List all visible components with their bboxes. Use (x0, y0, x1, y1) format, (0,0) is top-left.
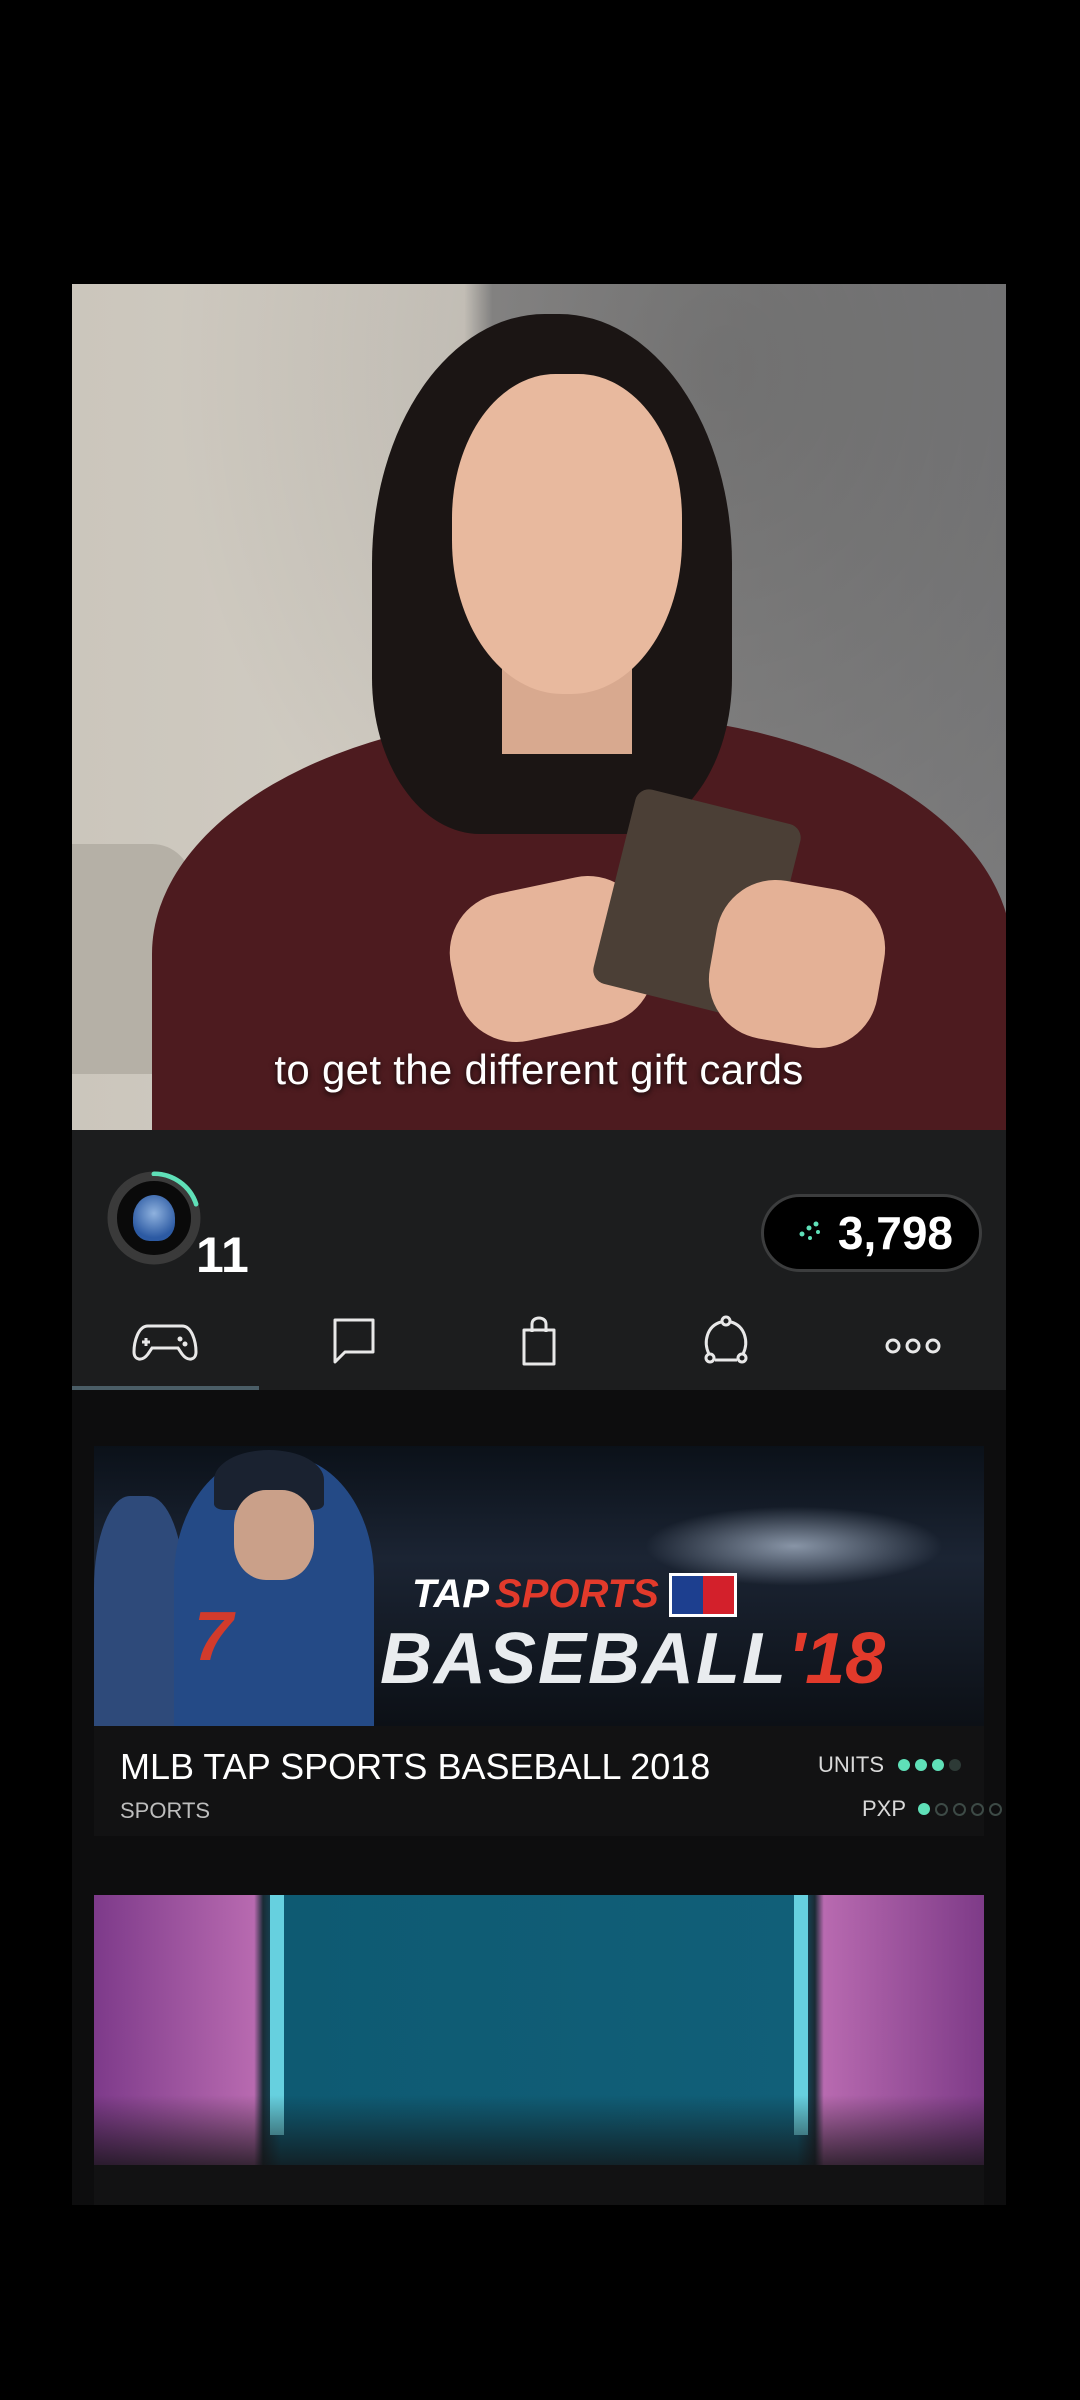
game-banner: 7 TAP SPORTS BASEBALL '18 (94, 1446, 984, 1726)
pxp-rating: PXP (862, 1796, 1003, 1822)
rating-dot (915, 1759, 927, 1771)
level-number: 11 (196, 1227, 249, 1283)
game-category: SPORTS (120, 1798, 211, 1823)
rating-dot (949, 1759, 961, 1771)
logo-year: '18 (788, 1619, 886, 1699)
pxp-label: PXP (862, 1796, 907, 1821)
game-card[interactable] (94, 1895, 984, 2205)
tab-more[interactable] (819, 1290, 1006, 1390)
video-player[interactable]: to get the different gift cards (72, 284, 1006, 1130)
rating-dot (971, 1802, 985, 1816)
rating-dot (935, 1802, 949, 1816)
rating-dot (953, 1802, 967, 1816)
rating-dot (898, 1759, 910, 1771)
player-figure (94, 1496, 184, 1726)
points-balance[interactable]: 3,798 (760, 1194, 982, 1272)
tab-games[interactable] (72, 1290, 259, 1390)
more-dots-icon (885, 1338, 941, 1354)
shopping-bag-icon (522, 1316, 556, 1366)
rating-dot (989, 1802, 1003, 1816)
share-icon (704, 1315, 748, 1364)
banner-fade (94, 2095, 984, 2185)
avatar[interactable] (112, 1176, 196, 1260)
game-logo-bottom: BASEBALL '18 (380, 1618, 885, 1700)
logo-sports: SPORTS (495, 1572, 659, 1616)
rating-dot (918, 1803, 931, 1815)
tab-chat[interactable] (259, 1290, 446, 1390)
player-face (234, 1490, 314, 1580)
account-header: 11 3,798 (72, 1130, 1006, 1390)
mlb-logo-icon (668, 1572, 737, 1617)
game-title: MLB TAP SPORTS BASEBALL 2018 (120, 1746, 711, 1787)
tab-bar (72, 1290, 1006, 1390)
game-list[interactable]: 7 TAP SPORTS BASEBALL '18 MLB TAP SPORTS… (72, 1390, 1006, 2205)
pxp-dots (918, 1802, 1003, 1816)
units-rating: UNITS (818, 1752, 961, 1778)
video-subtitle: to get the different gift cards (274, 1046, 804, 1093)
sparkle-icon (799, 1221, 820, 1240)
game-card[interactable]: 7 TAP SPORTS BASEBALL '18 MLB TAP SPORTS… (94, 1446, 1003, 1836)
game-logo-top: TAP SPORTS (412, 1572, 737, 1617)
logo-tap: TAP (412, 1572, 490, 1616)
points-value: 3,798 (837, 1207, 953, 1259)
tab-share[interactable] (632, 1290, 819, 1390)
video-person-face (452, 374, 682, 694)
logo-baseball: BASEBALL (380, 1619, 788, 1699)
gamepad-icon (132, 1324, 198, 1361)
jersey-number: 7 (194, 1597, 233, 1675)
units-dots (898, 1759, 961, 1771)
rating-dot (932, 1759, 944, 1771)
units-label: UNITS (818, 1752, 884, 1777)
tab-shop[interactable] (446, 1290, 633, 1390)
avatar-icon (133, 1195, 175, 1241)
chat-bubble-icon (333, 1318, 375, 1364)
